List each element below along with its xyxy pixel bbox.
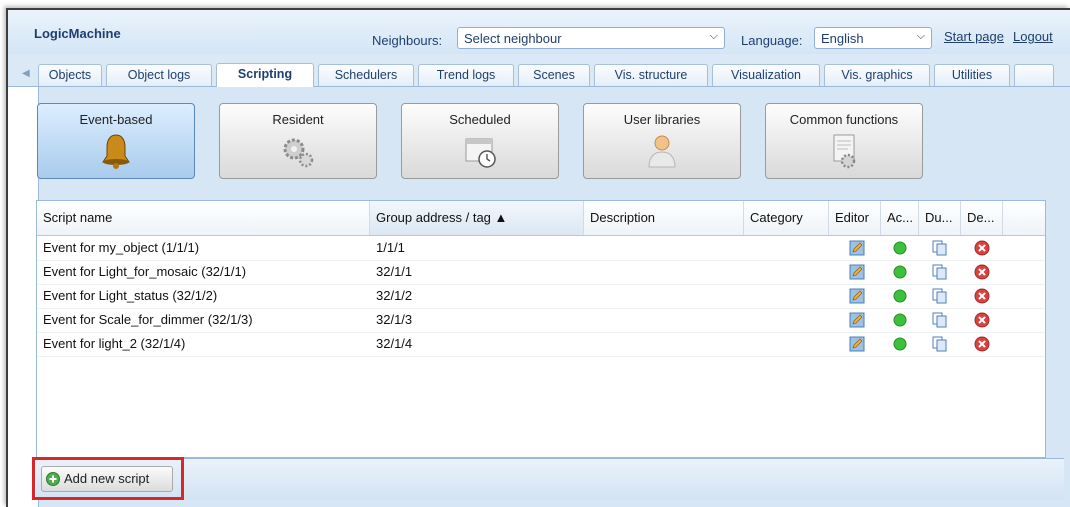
category-label: Resident [272, 112, 324, 127]
script-name-cell: Event for light_2 (32/1/4) [43, 336, 186, 351]
edit-icon[interactable] [849, 336, 865, 352]
group-address-cell: 32/1/3 [376, 312, 413, 327]
table-footer-bar [36, 458, 1064, 500]
delete-icon[interactable] [974, 264, 990, 280]
category-label: Common functions [789, 112, 899, 127]
script-name-cell: Event for Light_status (32/1/2) [43, 288, 218, 303]
neighbours-select[interactable]: Select neighbour ⌵ [457, 27, 725, 49]
delete-icon[interactable] [974, 288, 990, 304]
tab-vis-graphics[interactable]: Vis. graphics [824, 64, 930, 86]
table-header: Script name Group address / tag ▲ Descri… [37, 201, 1045, 236]
active-status-icon[interactable] [892, 288, 908, 304]
column-header-editor[interactable]: Editor [829, 201, 881, 235]
table-row[interactable]: Event for my_object (1/1/1) 1/1/1 [37, 236, 1045, 261]
duplicate-icon[interactable] [932, 336, 948, 352]
group-address-cell: 1/1/1 [376, 240, 405, 255]
duplicate-icon[interactable] [932, 312, 948, 328]
group-address-cell: 32/1/4 [376, 336, 413, 351]
column-header-description[interactable]: Description [584, 201, 744, 235]
document-gear-icon [833, 134, 856, 169]
column-header-duplicate[interactable]: Du... [919, 201, 961, 235]
tab-objects[interactable]: Objects [38, 64, 102, 86]
category-label: Scheduled [449, 112, 511, 127]
category-label: User libraries [623, 112, 701, 127]
add-new-script-label: Add new script [64, 471, 150, 486]
category-event-based-button[interactable]: Event-based [37, 103, 195, 179]
language-label: Language: [741, 33, 803, 48]
column-header-active[interactable]: Ac... [881, 201, 919, 235]
chevron-down-icon: ⌵ [709, 30, 718, 42]
category-resident-button[interactable]: Resident [219, 103, 377, 179]
tab-trend-logs[interactable]: Trend logs [418, 64, 514, 86]
active-status-icon[interactable] [892, 240, 908, 256]
chevron-down-icon: ⌵ [916, 30, 925, 42]
tab-utilities[interactable]: Utilities [934, 64, 1010, 86]
delete-icon[interactable] [974, 312, 990, 328]
group-address-cell: 32/1/1 [376, 264, 413, 279]
tab-strip: ◀ Objects Object logs Scripting Schedule… [8, 54, 1070, 87]
column-header-category[interactable]: Category [744, 201, 829, 235]
tab-visualization[interactable]: Visualization [712, 64, 820, 86]
language-select-value: English [821, 31, 864, 46]
edit-icon[interactable] [849, 240, 865, 256]
add-new-script-button[interactable]: Add new script [41, 466, 173, 492]
duplicate-icon[interactable] [932, 264, 948, 280]
tab-scripting[interactable]: Scripting [216, 63, 314, 87]
tab-vis-structure[interactable]: Vis. structure [594, 64, 708, 86]
script-name-cell: Event for Scale_for_dimmer (32/1/3) [43, 312, 253, 327]
group-address-cell: 32/1/2 [376, 288, 413, 303]
column-header-delete[interactable]: De... [961, 201, 1003, 235]
add-script-highlight: Add new script [32, 457, 184, 500]
active-status-icon[interactable] [892, 264, 908, 280]
edit-icon[interactable] [849, 264, 865, 280]
tab-overflow[interactable] [1014, 64, 1054, 86]
logout-link[interactable]: Logout [1013, 29, 1053, 44]
bell-icon [102, 134, 130, 169]
table-row[interactable]: Event for Light_status (32/1/2) 32/1/2 [37, 284, 1045, 309]
tab-scenes[interactable]: Scenes [518, 64, 590, 86]
delete-icon[interactable] [974, 240, 990, 256]
column-header-script-name[interactable]: Script name [37, 201, 370, 235]
category-common-functions-button[interactable]: Common functions [765, 103, 923, 179]
calendar-clock-icon [465, 138, 496, 168]
plus-icon [46, 472, 60, 486]
tab-schedulers[interactable]: Schedulers [318, 64, 414, 86]
tab-object-logs[interactable]: Object logs [106, 64, 212, 86]
neighbours-select-value: Select neighbour [464, 31, 562, 46]
duplicate-icon[interactable] [932, 288, 948, 304]
script-name-cell: Event for Light_for_mosaic (32/1/1) [43, 264, 247, 279]
table-row[interactable]: Event for Light_for_mosaic (32/1/1) 32/1… [37, 260, 1045, 285]
tab-scroll-left-icon[interactable]: ◀ [22, 68, 30, 79]
top-bar: LogicMachine Neighbours: Select neighbou… [8, 10, 1070, 54]
language-select[interactable]: English ⌵ [814, 27, 932, 49]
table-row[interactable]: Event for light_2 (32/1/4) 32/1/4 [37, 332, 1045, 357]
scripts-table: Script name Group address / tag ▲ Descri… [36, 200, 1046, 458]
active-status-icon[interactable] [892, 336, 908, 352]
edit-icon[interactable] [849, 288, 865, 304]
category-label: Event-based [79, 112, 153, 127]
user-icon [648, 135, 676, 168]
neighbours-label: Neighbours: [372, 33, 443, 48]
gears-icon [283, 138, 314, 168]
table-row[interactable]: Event for Scale_for_dimmer (32/1/3) 32/1… [37, 308, 1045, 333]
brand-logo-text: LogicMachine [34, 26, 121, 41]
category-user-libraries-button[interactable]: User libraries [583, 103, 741, 179]
start-page-link[interactable]: Start page [944, 29, 1004, 44]
active-status-icon[interactable] [892, 312, 908, 328]
duplicate-icon[interactable] [932, 240, 948, 256]
delete-icon[interactable] [974, 336, 990, 352]
script-name-cell: Event for my_object (1/1/1) [43, 240, 200, 255]
column-header-group-address[interactable]: Group address / tag ▲ [370, 201, 584, 235]
category-scheduled-button[interactable]: Scheduled [401, 103, 559, 179]
edit-icon[interactable] [849, 312, 865, 328]
